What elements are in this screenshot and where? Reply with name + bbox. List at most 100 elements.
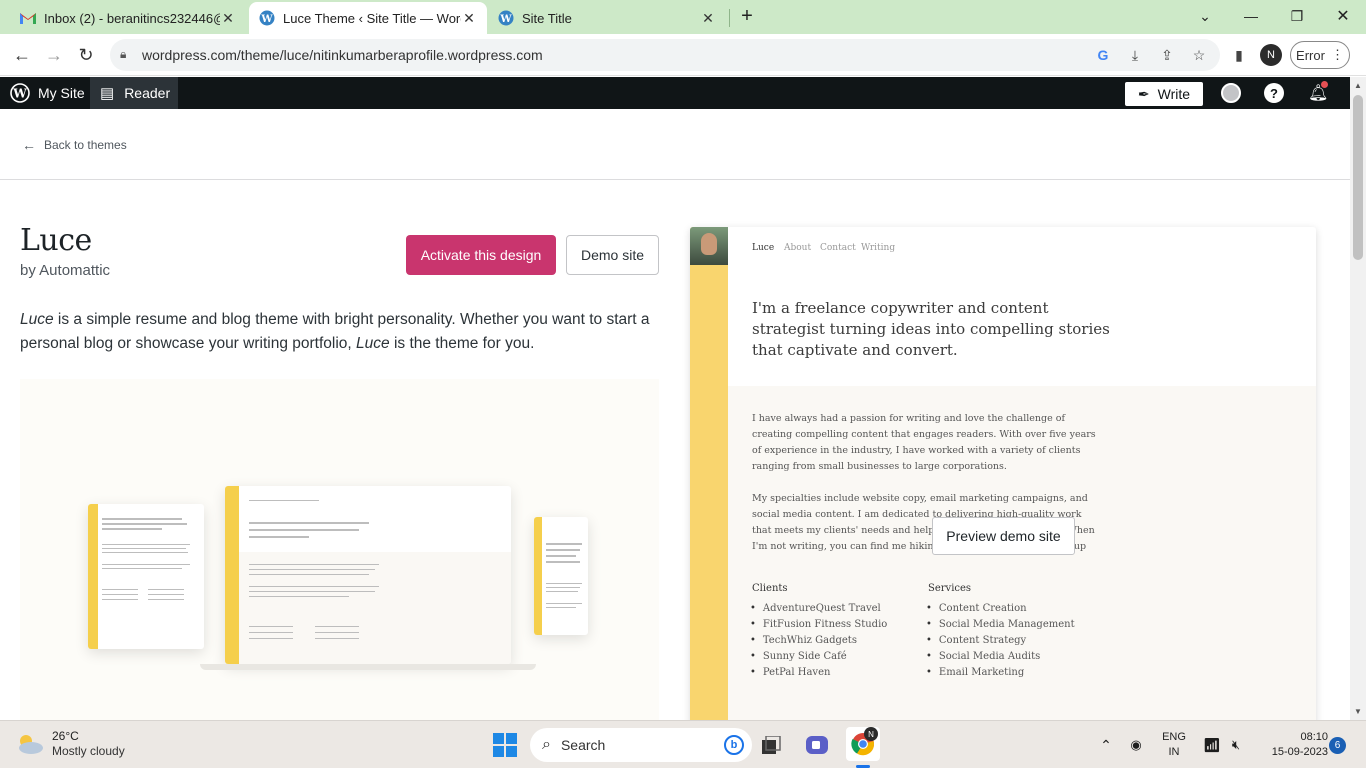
back-arrow-icon: ← (22, 137, 36, 153)
wp-masterbar: W My Site ▤ Reader ✒ Write ? 🔔︎ (0, 77, 1350, 109)
forward-arrow-icon[interactable]: → (42, 43, 66, 67)
language-code: ENG (1162, 731, 1186, 743)
wordpress-icon: W (259, 10, 275, 26)
gmail-icon (20, 10, 36, 26)
google-icon[interactable]: G (1094, 46, 1112, 64)
close-tab-icon[interactable]: ✕ (220, 10, 236, 27)
sidepanel-icon[interactable]: ▮ (1230, 46, 1248, 64)
wordpress-icon: W (498, 10, 514, 26)
close-tab-icon[interactable]: ✕ (700, 10, 716, 27)
services-list: Content Creation Social Media Management… (926, 601, 1075, 681)
profile-avatar[interactable]: N (1260, 44, 1282, 66)
tab-gmail[interactable]: Inbox (2) - beranitincs232446@g ✕ (10, 2, 246, 34)
preview-nav-about: About (784, 243, 812, 253)
windows-start-icon[interactable] (491, 731, 519, 759)
laptop-mockup (225, 486, 511, 664)
list-item: PetPal Haven (750, 665, 887, 681)
address-bar[interactable]: 🔒︎ wordpress.com/theme/luce/nitinkumarbe… (110, 39, 1220, 71)
my-site-label: My Site (38, 85, 85, 101)
preview-nav-site: Luce (752, 243, 775, 253)
weather-widget[interactable]: 26°C Mostly cloudy (16, 729, 125, 759)
theme-name-italic: Luce (20, 311, 54, 328)
laptop-base (200, 664, 536, 670)
list-item: Email Marketing (926, 665, 1075, 681)
tab-luce-theme[interactable]: W Luce Theme ‹ Site Title — WordP ✕ (249, 2, 487, 34)
error-pill[interactable]: Error ⋮ (1290, 41, 1350, 69)
back-link-label: Back to themes (44, 138, 127, 152)
show-hidden-icons-chevron-icon[interactable]: ⌃ (1092, 731, 1120, 759)
close-tab-icon[interactable]: ✕ (461, 10, 477, 27)
reload-icon[interactable]: ↻ (74, 43, 98, 67)
new-tab-button[interactable]: + (726, 0, 768, 32)
description-text: is a simple resume and blog theme with b… (20, 311, 650, 352)
list-item: Social Media Management (926, 617, 1075, 633)
scroll-down-icon[interactable]: ▼ (1354, 707, 1362, 716)
task-view-icon[interactable] (758, 731, 786, 759)
network-status-icon[interactable]: ◉ (1122, 731, 1150, 759)
activate-design-button[interactable]: Activate this design (406, 235, 556, 275)
share-icon[interactable]: ⇪ (1158, 46, 1176, 64)
search-icon: ⌕ (542, 736, 551, 753)
time: 08:10 (1300, 731, 1328, 743)
write-button[interactable]: ✒ Write (1125, 82, 1203, 106)
preview-paragraph: I have always had a passion for writing … (752, 413, 1096, 472)
browser-toolbar: ← → ↻ 🔒︎ wordpress.com/theme/luce/nitink… (0, 34, 1366, 76)
scroll-thumb[interactable] (1353, 95, 1363, 260)
reader-icon: ▤ (100, 85, 115, 102)
windows-taskbar: 26°C Mostly cloudy ⌕ Search b N ⌃ ◉ ENG … (0, 720, 1366, 768)
scroll-up-icon[interactable]: ▲ (1354, 81, 1362, 90)
pen-icon: ✒ (1137, 85, 1150, 102)
close-window-button[interactable]: ✕ (1320, 0, 1366, 32)
preview-nav-contact: Contact (820, 243, 856, 253)
phone-mockup (534, 517, 588, 635)
search-placeholder: Search (560, 737, 606, 753)
tab-title: Inbox (2) - beranitincs232446@g (44, 10, 220, 26)
back-to-themes-link[interactable]: ← Back to themes (22, 137, 127, 153)
list-item: Sunny Side Café (750, 649, 887, 665)
theme-description: Luce is a simple resume and blog theme w… (20, 308, 665, 356)
tab-search-icon[interactable]: ⌄ (1182, 0, 1228, 32)
notification-badge[interactable]: 6 (1329, 737, 1346, 754)
wordpress-logo-icon: W (10, 83, 30, 103)
teams-chat-icon[interactable] (803, 731, 831, 759)
reader-link[interactable]: ▤ Reader (90, 77, 178, 109)
bookmark-star-icon[interactable]: ☆ (1190, 46, 1208, 64)
error-label: Error (1296, 47, 1325, 63)
preview-avatar (690, 227, 728, 265)
page-scrollbar[interactable]: ▲ ▼ (1350, 77, 1366, 720)
my-site-link[interactable]: W My Site (10, 77, 85, 109)
description-text: is the theme for you. (389, 335, 535, 352)
tab-site-title[interactable]: W Site Title ✕ (488, 2, 726, 34)
taskbar-search[interactable]: ⌕ Search b (530, 728, 752, 762)
list-item: Social Media Audits (926, 649, 1075, 665)
theme-preview[interactable]: Luce About Contact Writing I'm a freelan… (690, 227, 1316, 720)
language-indicator[interactable]: ENG IN (1158, 730, 1190, 760)
svg-text:W: W (260, 14, 273, 25)
demo-site-button[interactable]: Demo site (566, 235, 659, 275)
preview-demo-site-button[interactable]: Preview demo site (932, 517, 1075, 555)
theme-name-italic: Luce (356, 335, 390, 352)
svg-text:W: W (12, 87, 27, 101)
clients-list: AdventureQuest Travel FitFusion Fitness … (750, 601, 887, 681)
clock[interactable]: 08:10 15-09-2023 (1256, 730, 1328, 760)
cloud-icon (19, 735, 43, 754)
browser-tab-strip: Inbox (2) - beranitincs232446@g ✕ W Luce… (0, 0, 1366, 34)
maximize-button[interactable]: ❐ (1274, 0, 1320, 32)
back-arrow-icon[interactable]: ← (10, 43, 34, 67)
bing-icon: b (724, 735, 744, 755)
list-item: Content Creation (926, 601, 1075, 617)
reader-label: Reader (124, 85, 171, 101)
preview-nav-writing: Writing (861, 243, 896, 253)
install-icon[interactable]: ⤓ (1126, 46, 1144, 64)
divider (0, 179, 1350, 180)
minimize-button[interactable]: — (1228, 0, 1274, 32)
url-text: wordpress.com/theme/luce/nitinkumarberap… (142, 47, 543, 63)
user-avatar-icon[interactable] (1221, 83, 1241, 103)
volume-muted-icon[interactable]: 🔇︎ (1222, 731, 1250, 759)
tablet-mockup (88, 504, 204, 649)
help-icon[interactable]: ? (1264, 83, 1284, 103)
tab-title: Luce Theme ‹ Site Title — WordP (283, 10, 461, 26)
theme-title: Luce (20, 223, 92, 258)
list-item: AdventureQuest Travel (750, 601, 887, 617)
preview-hero-text: I'm a freelance copywriter and content s… (752, 299, 1110, 359)
